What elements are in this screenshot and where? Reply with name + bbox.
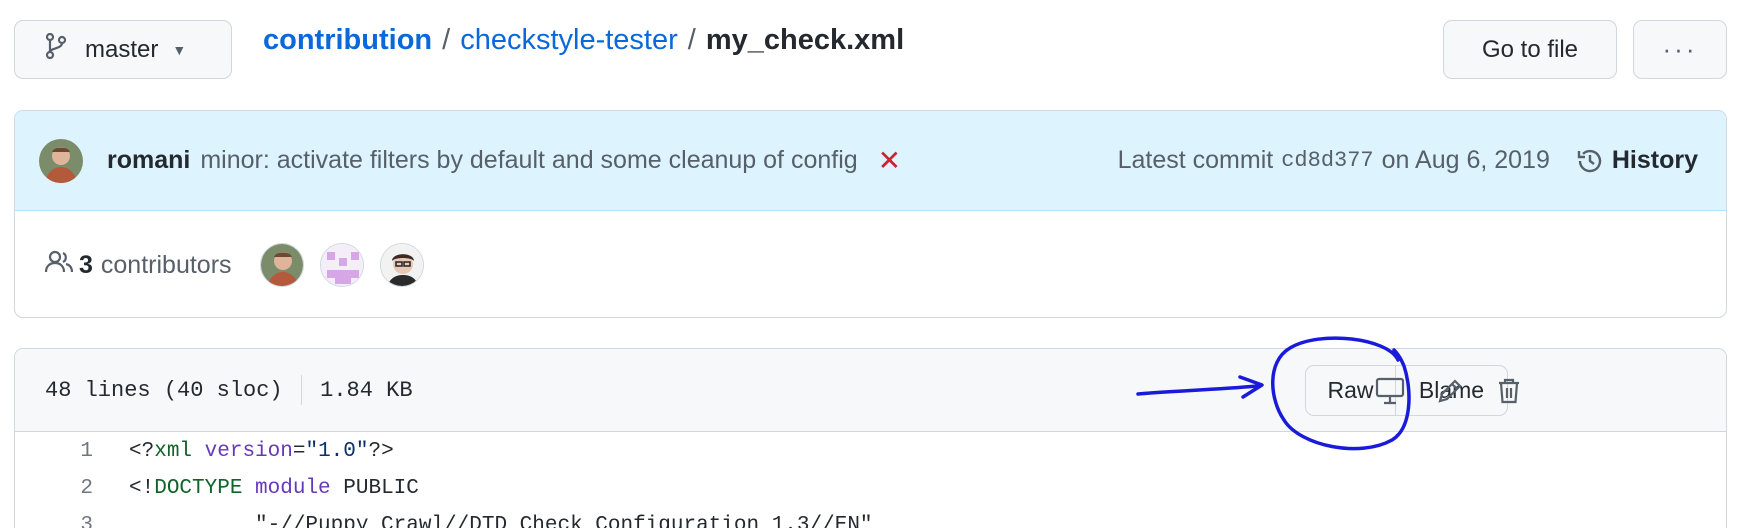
history-icon <box>1577 149 1602 172</box>
people-icon <box>44 250 74 281</box>
code-line: 3 "-//Puppy Crawl//DTD Check Configurati… <box>15 507 1726 528</box>
branch-name: master <box>85 35 159 63</box>
code-line: 1 <?xml version="1.0"?> <box>15 433 1726 470</box>
breadcrumb-repo-link[interactable]: contribution <box>263 24 432 57</box>
breadcrumb-current-file: my_check.xml <box>705 24 905 56</box>
code-text: <?xml version="1.0"?> <box>129 440 394 463</box>
line-number[interactable]: 2 <box>15 470 93 507</box>
latest-commit-label: Latest commit <box>1117 146 1274 174</box>
avatar[interactable] <box>319 243 364 287</box>
code-view: 1 <?xml version="1.0"?> 2 <!DOCTYPE modu… <box>15 433 1726 528</box>
avatar[interactable] <box>379 243 424 287</box>
author-avatar[interactable] <box>39 138 83 183</box>
divider <box>300 375 303 405</box>
file-view: 48 lines (40 sloc) 1.84 KB Raw Blame 1 <… <box>14 348 1727 528</box>
commit-author-link[interactable]: romani <box>107 146 190 175</box>
history-label: History <box>1611 146 1698 174</box>
pencil-icon[interactable] <box>1430 371 1470 411</box>
latest-commit-bar: romani minor: activate filters by defaul… <box>15 111 1726 211</box>
desktop-icon[interactable] <box>1370 371 1410 411</box>
code-line: 2 <!DOCTYPE module PUBLIC <box>15 470 1726 507</box>
trash-icon[interactable] <box>1489 371 1529 411</box>
history-button[interactable]: History <box>1576 146 1698 175</box>
commit-message-link[interactable]: minor: activate filters by default and s… <box>200 146 857 175</box>
git-branch-icon <box>45 32 67 66</box>
breadcrumb-separator: / <box>442 24 451 56</box>
line-number[interactable]: 1 <box>15 433 93 470</box>
avatar[interactable] <box>259 243 304 287</box>
more-options-button[interactable]: ··· <box>1633 20 1727 79</box>
line-number[interactable]: 3 <box>15 507 93 528</box>
file-lines-info: 48 lines (40 sloc) <box>45 377 283 403</box>
code-text: <!DOCTYPE module PUBLIC <box>129 477 419 500</box>
kebab-horizontal-icon: ··· <box>1662 34 1698 64</box>
commit-date: on Aug 6, 2019 <box>1381 146 1550 174</box>
commit-sha-link[interactable]: cd8d377 <box>1281 148 1373 173</box>
check-failed-icon[interactable]: ✕ <box>878 144 901 177</box>
go-to-file-button[interactable]: Go to file <box>1443 20 1617 79</box>
contributors-row[interactable]: 3 contributors <box>15 211 1726 317</box>
branch-selector-button[interactable]: master ▼ <box>14 20 232 79</box>
commit-box: romani minor: activate filters by defaul… <box>14 110 1727 318</box>
file-size: 1.84 KB <box>320 377 413 403</box>
contributors-label: contributors <box>100 250 232 279</box>
breadcrumb: contribution / checkstyle-tester / my_ch… <box>263 24 904 57</box>
contributors-count: 3 <box>79 250 93 279</box>
breadcrumb-separator: / <box>687 24 696 56</box>
chevron-down-icon: ▼ <box>172 41 187 58</box>
code-text: "-//Puppy Crawl//DTD Check Configuration… <box>129 514 873 528</box>
file-header: 48 lines (40 sloc) 1.84 KB Raw Blame <box>15 349 1726 432</box>
contributors-avatars <box>259 243 440 287</box>
breadcrumb-folder-link[interactable]: checkstyle-tester <box>460 24 678 57</box>
